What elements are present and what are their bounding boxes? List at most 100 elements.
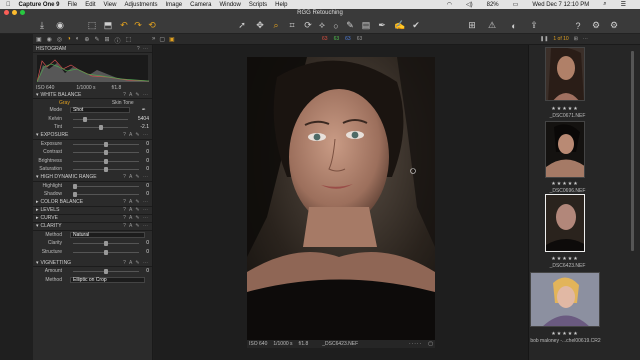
levels-header[interactable]: ▸ LEVELS ? A ✎ ⋯ xyxy=(33,207,152,215)
brush-tool-icon[interactable]: ✎ xyxy=(344,20,356,31)
rotate-tool-icon[interactable]: ⟳ xyxy=(302,20,314,31)
menu-help[interactable]: Help xyxy=(275,2,287,8)
highlight-knob[interactable] xyxy=(73,183,77,189)
clock[interactable]: Wed Dec 7 12:10 PM xyxy=(532,2,589,8)
check-icon[interactable]: ✔ xyxy=(410,20,422,31)
volume-icon[interactable]: ◁) xyxy=(466,1,473,8)
single-view-icon[interactable]: ▢ xyxy=(159,36,165,43)
saturation-value[interactable]: 0 xyxy=(146,166,149,172)
vignetting-amount-value[interactable]: 0 xyxy=(146,268,149,274)
thumbnail-4-stars[interactable]: ★★★★★ xyxy=(549,331,581,337)
play-icon[interactable]: ❚❚ xyxy=(540,36,548,42)
browser-view-icon[interactable]: ⊞ xyxy=(574,36,578,42)
thumbnail-1[interactable] xyxy=(545,47,585,101)
menu-list-icon[interactable]: ☰ xyxy=(621,1,626,8)
clarity-value[interactable]: 0 xyxy=(146,240,149,246)
proof-icon[interactable]: ◐ xyxy=(508,20,520,31)
export-icon[interactable]: ⇪ xyxy=(528,20,540,31)
structure-slider[interactable] xyxy=(73,249,139,255)
thumbnail-4[interactable] xyxy=(530,272,600,327)
clarity-slider[interactable] xyxy=(73,241,139,246)
browser-more-icon[interactable]: ⋯ xyxy=(583,36,588,42)
help-icon[interactable]: ? xyxy=(572,20,584,31)
exposure-value[interactable]: 0 xyxy=(146,141,149,147)
zoom-tool-icon[interactable]: ⌕ xyxy=(270,20,282,31)
hdr-tool-icons[interactable]: ? A ✎ ⋯ xyxy=(123,174,149,180)
color-tag-red[interactable]: 63 xyxy=(322,36,328,42)
exposure-warning-icon[interactable]: ⚠ xyxy=(486,20,498,31)
viewer-tag-icon[interactable]: ▢ xyxy=(428,341,433,347)
thumbnail-3-selected[interactable] xyxy=(545,194,585,252)
shadow-slider[interactable] xyxy=(73,192,139,197)
apple-icon[interactable]:  xyxy=(6,2,11,8)
crop-tool-icon[interactable]: ⌗ xyxy=(286,20,298,31)
search-icon[interactable]: ⌕ xyxy=(603,1,606,8)
curve-tool-icons[interactable]: ? A ✎ ⋯ xyxy=(123,215,149,221)
window-zoom-button[interactable] xyxy=(20,10,25,15)
main-photo[interactable] xyxy=(247,57,435,340)
contrast-value[interactable]: 0 xyxy=(146,149,149,155)
keystone-tool-icon[interactable]: ⟡ xyxy=(316,20,328,31)
menu-app[interactable]: Capture One 9 xyxy=(19,2,60,8)
undo-icon[interactable]: ↶ xyxy=(118,20,130,31)
saturation-knob[interactable] xyxy=(104,167,108,172)
menu-file[interactable]: File xyxy=(68,2,78,8)
tab-gray[interactable]: Gray xyxy=(59,100,70,106)
highlight-value[interactable]: 0 xyxy=(146,183,149,189)
pan-tool-icon[interactable]: ✥ xyxy=(254,20,266,31)
color-tag-blue[interactable]: 63 xyxy=(345,36,351,42)
wb-picker-icon[interactable]: ✒ xyxy=(142,107,146,113)
adjustments-tab-icon[interactable]: ⊞ xyxy=(104,36,109,45)
multi-view-icon[interactable]: ▣ xyxy=(169,36,175,43)
reset-icon[interactable]: ⟲ xyxy=(146,20,158,31)
levels-tool-icons[interactable]: ? A ✎ ⋯ xyxy=(123,207,149,213)
menu-camera[interactable]: Camera xyxy=(190,2,211,8)
wb-tint-slider[interactable] xyxy=(73,125,128,130)
exposure-tab-icon[interactable]: ◐ xyxy=(76,36,80,45)
contrast-slider[interactable] xyxy=(73,150,139,155)
color-tag-green[interactable]: 63 xyxy=(334,36,340,42)
brightness-knob[interactable] xyxy=(104,158,108,164)
structure-knob[interactable] xyxy=(104,249,108,255)
wb-tint-knob[interactable] xyxy=(99,125,103,130)
white-balance-header[interactable]: ▾ WHITE BALANCE ? A ✎ ⋯ xyxy=(33,91,152,99)
shadow-value[interactable]: 0 xyxy=(146,191,149,197)
wb-mode-select[interactable]: Shot xyxy=(70,107,130,113)
highlight-slider[interactable] xyxy=(73,183,139,189)
panel-toggle-icon[interactable]: » xyxy=(152,36,155,43)
output-tab-icon[interactable]: ⬚ xyxy=(126,36,132,45)
capture-tab-icon[interactable]: ◉ xyxy=(47,36,52,45)
vignetting-amount-knob[interactable] xyxy=(104,269,108,274)
menu-view[interactable]: View xyxy=(104,2,117,8)
clarity-method-select[interactable]: Natural xyxy=(70,231,145,238)
spot-removal-icon[interactable]: ○ xyxy=(330,20,342,31)
window-close-button[interactable] xyxy=(4,10,9,15)
menu-scripts[interactable]: Scripts xyxy=(249,2,267,8)
picker-tool-icon[interactable]: ✒ xyxy=(376,20,388,31)
viewer-stars[interactable]: ····· xyxy=(409,341,422,347)
details-tab-icon[interactable]: ⊕ xyxy=(84,36,89,45)
color-tag-gray[interactable]: 63 xyxy=(357,36,363,42)
thumbnail-1-stars[interactable]: ★★★★★ xyxy=(549,106,581,112)
battery-percent[interactable]: 82% xyxy=(487,2,499,8)
brightness-slider[interactable] xyxy=(73,158,139,164)
vignetting-amount-slider[interactable] xyxy=(73,269,139,274)
wb-kelvin-slider[interactable] xyxy=(73,116,128,122)
white-balance-tool-icons[interactable]: ? A ✎ ⋯ xyxy=(123,92,149,98)
preferences-icon[interactable]: ⚙ xyxy=(608,20,620,31)
curve-header[interactable]: ▸ CURVE ? A ✎ ⋯ xyxy=(33,215,152,223)
exposure-header[interactable]: ▾ EXPOSURE ? A ✎ ⋯ xyxy=(33,132,152,140)
saturation-slider[interactable] xyxy=(73,167,139,172)
tab-skin-tone[interactable]: Skin Tone xyxy=(112,100,134,106)
clarity-knob[interactable] xyxy=(104,241,108,246)
browser-scrollbar[interactable] xyxy=(631,51,634,251)
thumbnail-3-stars[interactable]: ★★★★★ xyxy=(549,256,581,262)
redo-icon[interactable]: ↷ xyxy=(132,20,144,31)
exposure-slider[interactable] xyxy=(73,141,139,147)
library-tab-icon[interactable]: ▣ xyxy=(36,36,42,45)
grid-icon[interactable]: ⊞ xyxy=(466,20,478,31)
apply-adjustments-icon[interactable]: ⬒ xyxy=(102,20,114,31)
menu-window[interactable]: Window xyxy=(219,2,240,8)
thumbnail-2-stars[interactable]: ★★★★★ xyxy=(549,181,581,187)
shadow-knob[interactable] xyxy=(73,192,77,197)
